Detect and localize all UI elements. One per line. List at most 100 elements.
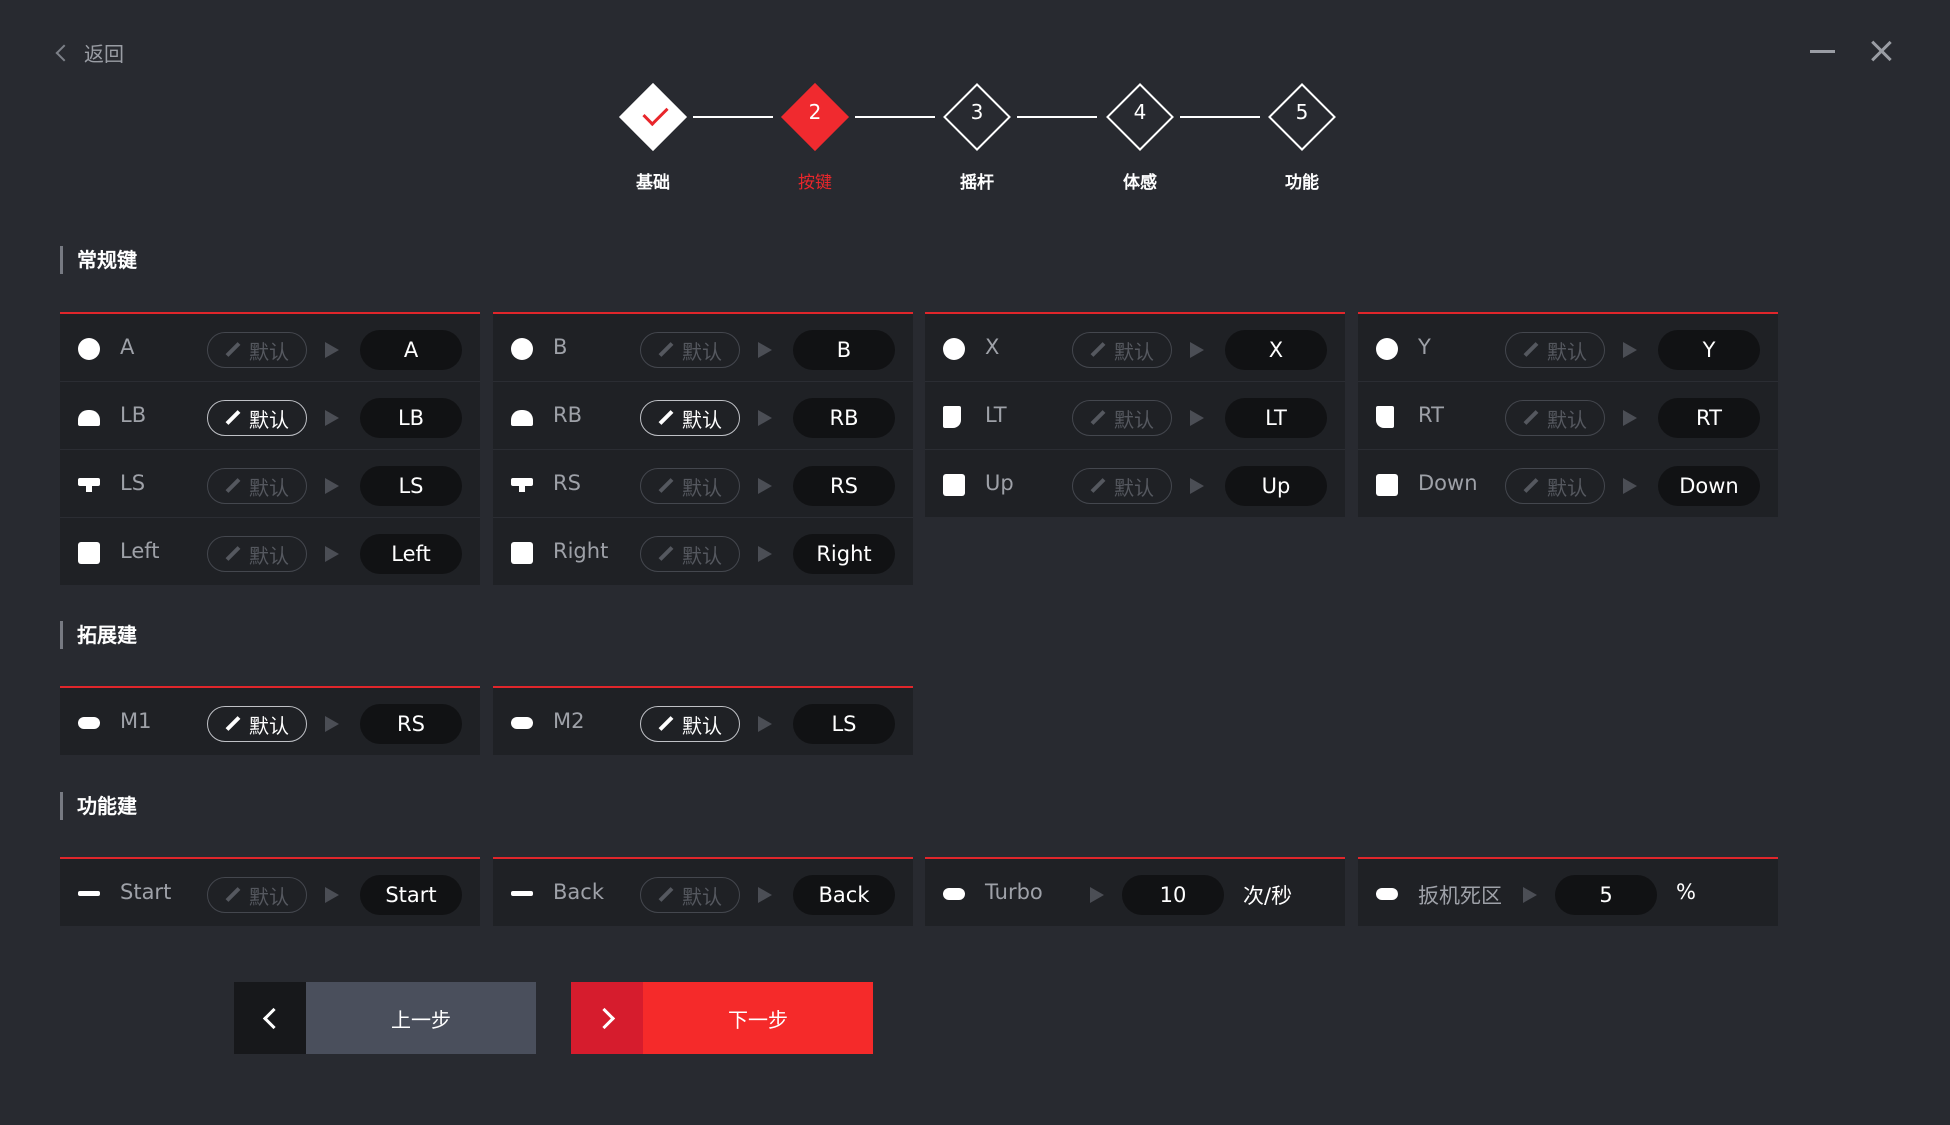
key-name: Back — [553, 880, 604, 904]
back-button[interactable]: 返回 — [55, 38, 124, 67]
pencil-icon — [658, 410, 674, 426]
step-label: 体感 — [1123, 173, 1157, 193]
mapped-key-value[interactable]: LT — [1225, 398, 1327, 438]
pencil-icon — [658, 716, 674, 732]
setting-row: Turbo 10 次/秒 — [925, 859, 1345, 926]
setting-unit: 次/秒 — [1243, 884, 1293, 908]
play-arrow-icon — [1623, 410, 1637, 426]
default-button[interactable]: 默认 — [1505, 468, 1605, 504]
square-button-icon — [943, 474, 965, 496]
default-button[interactable]: 默认 — [1072, 332, 1172, 368]
play-arrow-icon — [325, 342, 339, 358]
default-button[interactable]: 默认 — [640, 877, 740, 913]
default-label: 默认 — [249, 884, 289, 909]
step-5[interactable]: 5 功能 — [1267, 82, 1337, 193]
setting-row: 扳机死区 5% — [1358, 859, 1778, 926]
default-label: 默认 — [249, 475, 289, 500]
extended-key-panel: M1 默认 RS — [60, 686, 480, 755]
mapped-key-value[interactable]: X — [1225, 330, 1327, 370]
pill-button-icon — [943, 888, 965, 900]
next-step-button[interactable]: 下一步 — [571, 982, 873, 1054]
key-row: Back 默认 Back — [493, 859, 913, 926]
next-step-label: 下一步 — [643, 982, 873, 1054]
key-name: B — [553, 335, 568, 359]
default-button[interactable]: 默认 — [207, 468, 307, 504]
default-label: 默认 — [249, 543, 289, 568]
mapped-key-value[interactable]: LB — [360, 398, 462, 438]
pencil-icon — [1090, 342, 1106, 358]
mapped-key-value[interactable]: RB — [793, 398, 895, 438]
default-label: 默认 — [682, 713, 722, 738]
mapped-key-value[interactable]: Right — [793, 534, 895, 574]
close-icon[interactable] — [1868, 38, 1894, 64]
setting-name: Turbo — [985, 880, 1043, 904]
regular-key-panel: Y 默认 Y RT 默认 RT Down 默认 Down — [1358, 312, 1778, 517]
setting-unit: % — [1676, 880, 1696, 904]
step-connector — [855, 116, 935, 118]
mapped-key-value[interactable]: B — [793, 330, 895, 370]
default-button[interactable]: 默认 — [207, 706, 307, 742]
prev-step-button[interactable]: 上一步 — [234, 982, 536, 1054]
key-name: Start — [120, 880, 172, 904]
default-button[interactable]: 默认 — [1505, 332, 1605, 368]
mapped-key-value[interactable]: RS — [793, 466, 895, 506]
trigger-button-icon — [943, 406, 961, 428]
step-label: 按键 — [798, 173, 832, 193]
play-arrow-icon — [325, 546, 339, 562]
default-button[interactable]: 默认 — [640, 468, 740, 504]
default-label: 默认 — [1114, 339, 1154, 364]
setting-value-input[interactable]: 5 — [1555, 875, 1657, 915]
mapped-key-value[interactable]: RT — [1658, 398, 1760, 438]
default-button[interactable]: 默认 — [640, 536, 740, 572]
pencil-icon — [658, 342, 674, 358]
default-button[interactable]: 默认 — [207, 877, 307, 913]
key-name: LT — [985, 403, 1007, 427]
minimize-icon[interactable] — [1810, 50, 1835, 53]
default-button[interactable]: 默认 — [1505, 400, 1605, 436]
step-3[interactable]: 3 摇杆 — [942, 82, 1012, 193]
pencil-icon — [658, 546, 674, 562]
key-row: B 默认 B — [493, 314, 913, 382]
mapped-key-value[interactable]: LS — [793, 704, 895, 744]
stick-button-icon — [511, 478, 533, 492]
key-name: X — [985, 335, 1000, 359]
mapped-key-value[interactable]: RS — [360, 704, 462, 744]
stick-button-icon — [78, 478, 100, 492]
mapped-key-value[interactable]: Start — [360, 875, 462, 915]
mapped-key-value[interactable]: Down — [1658, 466, 1760, 506]
extended-key-panel: M2 默认 LS — [493, 686, 913, 755]
setting-value-input[interactable]: 10 — [1122, 875, 1224, 915]
dash-button-icon — [511, 891, 533, 896]
default-button[interactable]: 默认 — [640, 706, 740, 742]
default-button[interactable]: 默认 — [640, 332, 740, 368]
mapped-key-value[interactable]: Y — [1658, 330, 1760, 370]
default-button[interactable]: 默认 — [207, 400, 307, 436]
key-row: RS 默认 RS — [493, 450, 913, 518]
mapped-key-value[interactable]: A — [360, 330, 462, 370]
step-2[interactable]: 2 按键 — [780, 82, 850, 193]
default-label: 默认 — [1114, 475, 1154, 500]
play-arrow-icon — [1190, 342, 1204, 358]
default-button[interactable]: 默认 — [1072, 468, 1172, 504]
default-label: 默认 — [1547, 475, 1587, 500]
key-name: M1 — [120, 709, 152, 733]
mapped-key-value[interactable]: Back — [793, 875, 895, 915]
default-button[interactable]: 默认 — [207, 536, 307, 572]
step-number: 5 — [1295, 100, 1309, 124]
pencil-icon — [1090, 478, 1106, 494]
circle-button-icon — [1376, 338, 1398, 360]
step-4[interactable]: 4 体感 — [1105, 82, 1175, 193]
pencil-icon — [225, 716, 241, 732]
key-row: M2 默认 LS — [493, 688, 913, 755]
mapped-key-value[interactable]: Up — [1225, 466, 1327, 506]
default-button[interactable]: 默认 — [640, 400, 740, 436]
key-row: RT 默认 RT — [1358, 382, 1778, 450]
key-row: LB 默认 LB — [60, 382, 480, 450]
default-button[interactable]: 默认 — [1072, 400, 1172, 436]
mapped-key-value[interactable]: LS — [360, 466, 462, 506]
default-button[interactable]: 默认 — [207, 332, 307, 368]
play-arrow-icon — [325, 410, 339, 426]
circle-button-icon — [511, 338, 533, 360]
step-1[interactable]: 基础 — [618, 82, 688, 193]
mapped-key-value[interactable]: Left — [360, 534, 462, 574]
